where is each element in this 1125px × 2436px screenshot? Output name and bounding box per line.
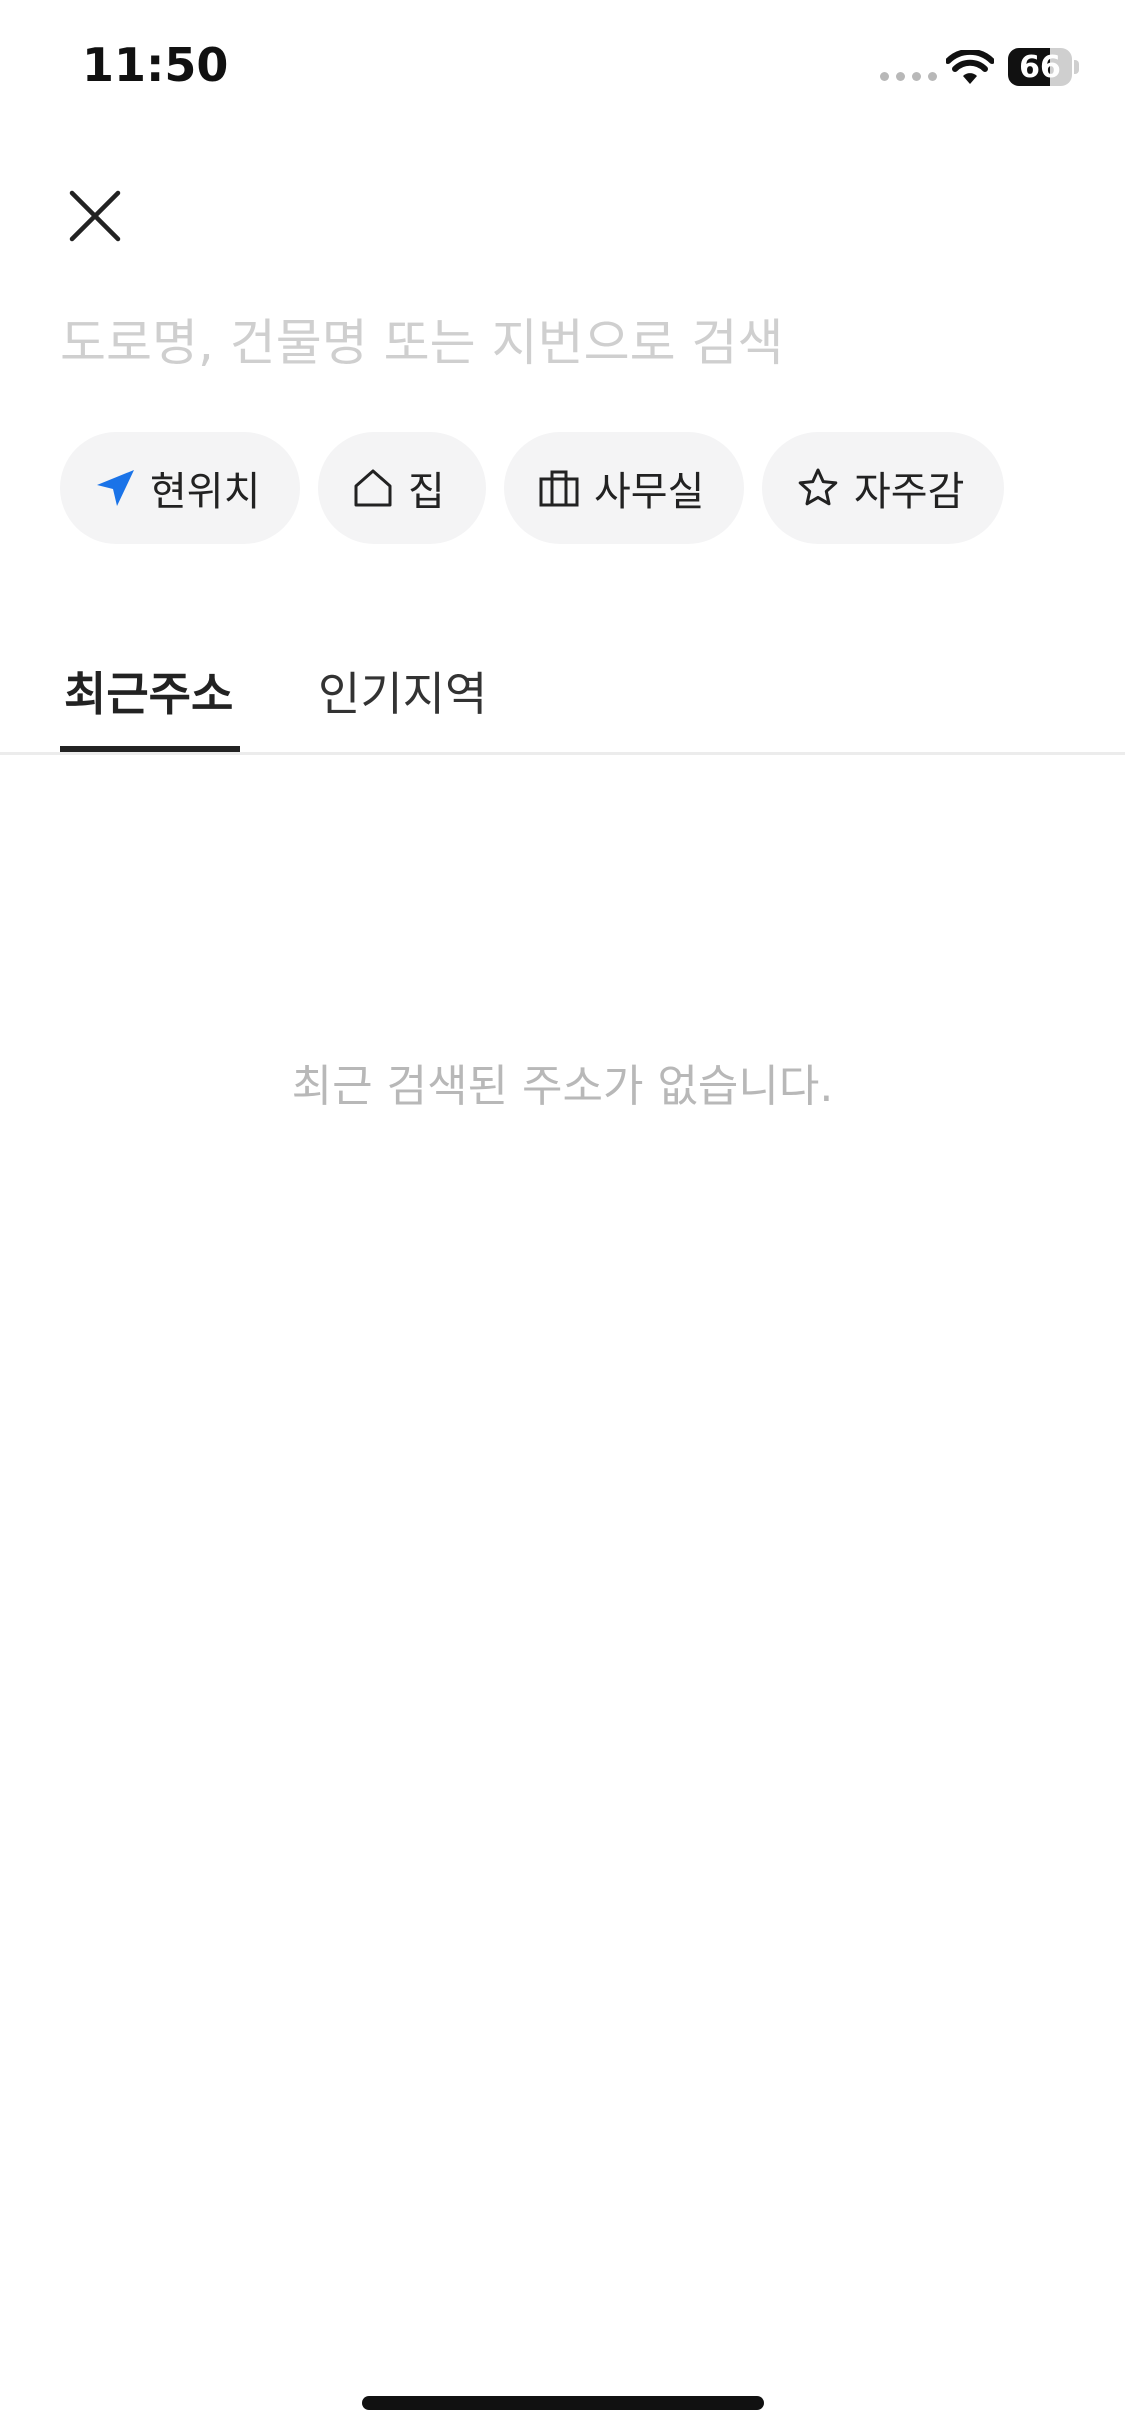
- close-icon[interactable]: [62, 183, 128, 249]
- tab-recent-addresses[interactable]: 최근주소: [64, 658, 233, 724]
- chip-label: 집: [408, 469, 445, 515]
- status-time: 11:50: [82, 38, 229, 92]
- address-search-input[interactable]: [60, 308, 1060, 378]
- battery-icon: 66: [1008, 48, 1072, 86]
- battery-nub: [1074, 60, 1079, 74]
- wifi-icon: [946, 50, 994, 84]
- chip-office[interactable]: 사무실: [504, 432, 744, 544]
- chip-label: 사무실: [594, 469, 705, 515]
- chip-current-location[interactable]: 현위치: [60, 432, 300, 544]
- location-arrow-icon: [97, 470, 134, 506]
- chip-home[interactable]: 집: [318, 432, 486, 544]
- home-indicator[interactable]: [362, 2396, 764, 2410]
- tab-popular-areas[interactable]: 인기지역: [318, 658, 487, 724]
- cellular-signal-icon: [880, 72, 937, 81]
- battery-percent: 66: [1019, 49, 1061, 85]
- home-icon: [354, 469, 392, 507]
- tab-divider: [0, 752, 1125, 755]
- empty-state-message: 최근 검색된 주소가 없습니다.: [291, 1061, 834, 1112]
- chip-label: 현위치: [150, 469, 261, 515]
- star-icon: [798, 468, 838, 506]
- chip-frequent[interactable]: 자주감: [762, 432, 1004, 544]
- chip-label: 자주감: [854, 469, 965, 515]
- briefcase-icon: [539, 470, 579, 507]
